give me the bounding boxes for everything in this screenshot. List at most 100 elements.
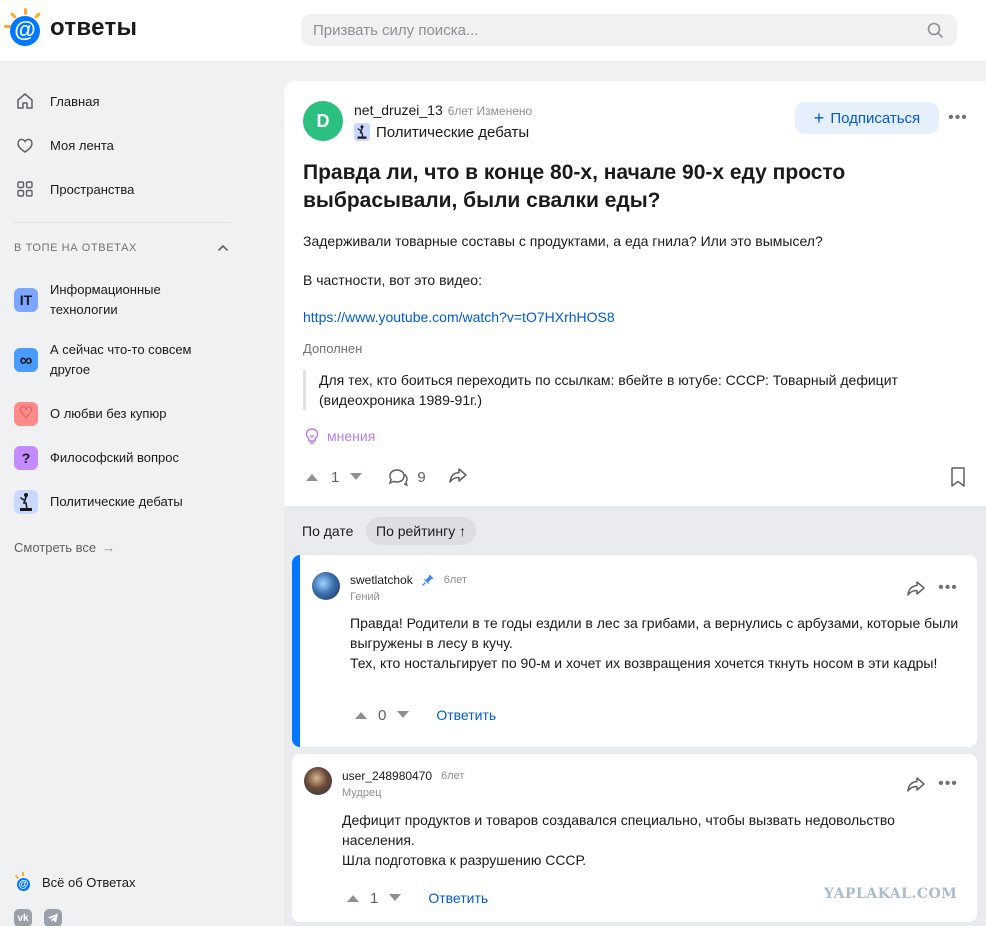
pin-icon <box>421 574 434 586</box>
reply-button[interactable]: Ответить <box>428 890 488 906</box>
vk-icon[interactable]: vk <box>14 909 32 926</box>
space-item-other[interactable]: ∞ А сейчас что-то совсем другое <box>14 340 234 380</box>
see-all-link[interactable]: Смотреть все → <box>14 540 115 555</box>
share-icon[interactable] <box>448 466 468 488</box>
chevron-up-icon[interactable] <box>216 241 230 255</box>
header: @ ответы <box>0 0 986 62</box>
plus-icon: + <box>813 108 825 128</box>
question-space[interactable]: Политические дебаты <box>354 123 529 141</box>
vote-count: 1 <box>370 889 379 907</box>
author-name[interactable]: net_druzei_13 <box>354 102 443 118</box>
sidebar-divider <box>14 222 231 223</box>
home-icon <box>14 90 36 112</box>
video-link[interactable]: https://www.youtube.com/watch?v=tO7HXrhH… <box>303 309 615 325</box>
subscribe-button[interactable]: + Подписаться <box>795 102 939 134</box>
answer-author[interactable]: swetlatchok <box>350 573 413 587</box>
space-item-label: Информационные технологии <box>50 282 161 317</box>
question-icon: ? <box>14 446 38 470</box>
vote-down-icon[interactable] <box>394 706 412 724</box>
answer-text: Правда! Родители в те годы ездили в лес … <box>350 615 959 651</box>
search-input[interactable] <box>301 14 921 46</box>
arrow-right-icon: → <box>102 540 116 555</box>
subscribe-label: Подписаться <box>830 109 921 127</box>
more-options-icon[interactable]: ••• <box>938 774 958 794</box>
bookmark-icon[interactable] <box>948 466 968 488</box>
top-section-title: В ТОПЕ НА ОТВЕТАХ <box>14 242 137 254</box>
nav-item-spaces[interactable]: Пространства <box>14 177 134 201</box>
space-item-love[interactable]: ♡ О любви без купюр <box>14 402 234 426</box>
about-label: Всё об Ответах <box>42 874 136 890</box>
answer-author-row: swetlatchok 6лет <box>350 573 467 587</box>
question-meta: 6лет Изменено <box>447 104 533 118</box>
space-item-politics[interactable]: Политические дебаты <box>14 490 234 514</box>
share-icon[interactable] <box>906 579 926 597</box>
more-options-icon[interactable]: ••• <box>948 108 968 128</box>
opinions-button[interactable]: мнения <box>303 427 375 445</box>
answer-author[interactable]: user_248980470 <box>342 769 432 783</box>
vote-down-icon[interactable] <box>347 468 365 486</box>
more-options-icon[interactable]: ••• <box>938 578 958 598</box>
nav-item-home[interactable]: Главная <box>14 89 99 113</box>
nav-item-feed[interactable]: Моя лента <box>14 133 114 157</box>
share-icon[interactable] <box>906 775 926 793</box>
space-item-label: О любви без купюр <box>50 406 167 421</box>
watermark: YAPLAKAL.COM <box>824 886 958 902</box>
podium-icon <box>14 490 38 514</box>
logo[interactable]: @ ответы <box>4 6 146 50</box>
author-avatar[interactable]: D <box>303 101 343 141</box>
search-icon[interactable] <box>927 22 943 38</box>
answer-author-row: user_248980470 6лет <box>342 769 464 783</box>
about-link[interactable]: @ Всё об Ответах <box>14 872 135 892</box>
question-body: Задерживали товарные составы с продуктам… <box>303 233 823 249</box>
nav-item-label: Главная <box>50 93 100 109</box>
space-item-label: А сейчас что-то совсем другое <box>50 342 192 377</box>
sort-by-date[interactable]: По дате <box>292 517 363 545</box>
nav-item-label: Пространства <box>50 181 135 197</box>
sidebar: Главная Моя лента Пространства В ТОПЕ НА… <box>0 62 250 926</box>
answer-text-2: Тех, кто ностальгирует по 90-м и хочет и… <box>350 655 938 671</box>
feed-icon <box>14 134 36 156</box>
see-all-label: Смотреть все <box>14 540 97 555</box>
space-item-philosophy[interactable]: ? Философский вопрос <box>14 446 234 470</box>
answer-text-2: Шла подготовка к разрушению СССР. <box>342 852 587 868</box>
search-box <box>301 14 957 46</box>
vote-up-icon[interactable] <box>344 889 362 907</box>
added-label: Дополнен <box>303 341 363 356</box>
space-item-label: Философский вопрос <box>50 450 179 465</box>
podium-icon <box>354 123 370 141</box>
answer-avatar[interactable] <box>304 767 332 795</box>
space-item-label: Политические дебаты <box>50 494 183 509</box>
answer-time: 6лет <box>443 574 468 586</box>
space-label: Политические дебаты <box>376 123 530 141</box>
answer-card: swetlatchok 6лет Гений ••• Правда! Родит… <box>292 555 977 747</box>
reply-button[interactable]: Ответить <box>436 707 496 723</box>
comment-count: 9 <box>417 468 426 486</box>
question-card: D net_druzei_13 6лет Изменено Политическ… <box>284 81 986 926</box>
lightbulb-icon <box>305 428 319 444</box>
logo-text: ответы <box>50 14 138 41</box>
vote-up-icon[interactable] <box>303 468 321 486</box>
telegram-icon[interactable] <box>44 909 62 926</box>
answer-rank: Гений <box>350 591 380 603</box>
question-actions: 1 9 <box>303 466 468 488</box>
it-icon: IT <box>14 288 38 312</box>
sort-by-rating[interactable]: По рейтингу ↑ <box>366 517 477 545</box>
heart-icon: ♡ <box>14 402 38 426</box>
space-item-it[interactable]: IT Информационные технологии <box>14 280 234 320</box>
answers-section: По дате По рейтингу ↑ swetlatchok 6лет Г… <box>284 506 986 926</box>
vote-count: 1 <box>331 468 340 486</box>
vote-up-icon[interactable] <box>352 706 370 724</box>
comments-button[interactable]: 9 <box>387 467 426 487</box>
added-quote: Для тех, кто боиться переходить по ссылк… <box>303 370 953 410</box>
answer-time: 6лет <box>441 770 465 782</box>
answer-actions: 1 Ответить <box>344 889 488 907</box>
answer-rank: Мудрец <box>342 787 382 799</box>
answer-actions: 0 Ответить <box>352 706 496 724</box>
answer-avatar[interactable] <box>312 572 340 600</box>
about-logo-icon: @ <box>14 872 34 892</box>
nav-item-label: Моя лента <box>50 137 114 153</box>
comments-icon <box>389 469 409 487</box>
logo-mark-icon: @ <box>4 8 46 48</box>
question-title: Правда ли, что в конце 80-х, начале 90-х… <box>303 161 846 212</box>
vote-down-icon[interactable] <box>386 889 404 907</box>
